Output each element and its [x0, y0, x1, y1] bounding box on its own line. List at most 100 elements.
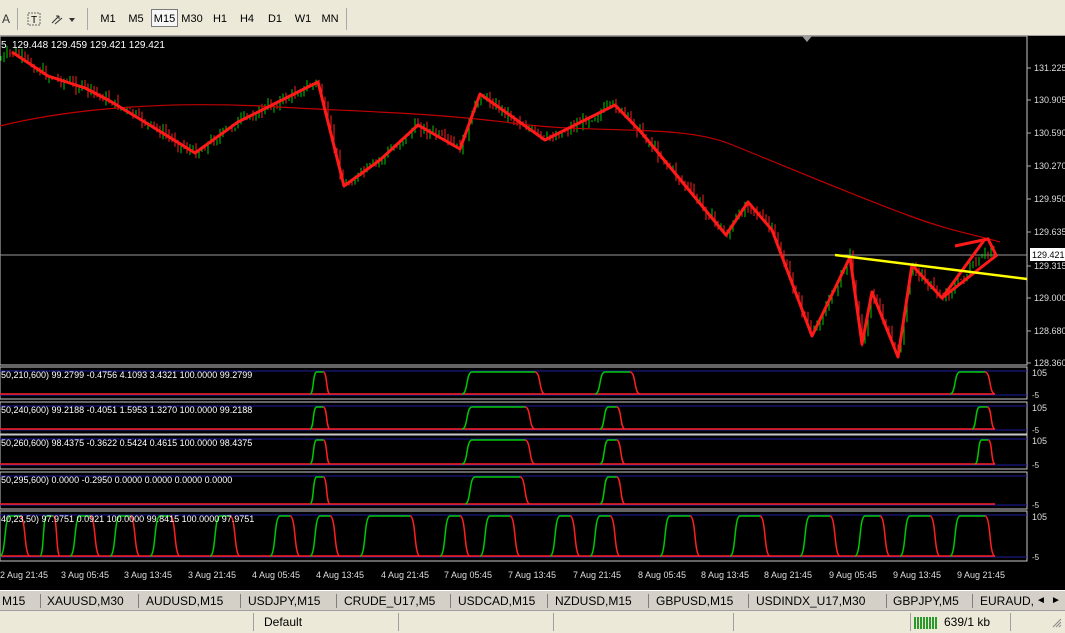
indicator-up-curve — [309, 371, 324, 395]
timeframe-m15-button[interactable]: M15 — [151, 9, 178, 27]
status-divider — [553, 613, 554, 631]
time-label: 9 Aug 13:45 — [893, 570, 941, 580]
symbol-tabs: M15 XAUUSD,M30 AUDUSD,M15 USDJPY,M15 CRU… — [0, 590, 1065, 610]
text-label-icon[interactable]: T — [26, 10, 42, 28]
indicator-scale-top: 105 — [1032, 368, 1047, 378]
timeframe-mn-button[interactable]: MN — [318, 10, 342, 28]
price-axis: 131.225 130.905 130.590 130.270 129.950 … — [1027, 63, 1065, 368]
indicator-up-curve — [899, 515, 930, 557]
indicator-up-curve — [599, 406, 617, 430]
indicator-down-curve — [879, 515, 891, 557]
tabs-scroll-left-icon[interactable]: ◄ — [1036, 593, 1046, 609]
price-chart[interactable]: 5 129.448 129.459 129.421 129.421 131.22… — [0, 35, 1065, 590]
tab-chart[interactable]: GBPJPY,M5 — [893, 593, 959, 609]
indicator-label: 50,210,600) 99.2799 -0.4756 4.1093 3.432… — [1, 370, 252, 380]
status-divider — [1010, 613, 1011, 631]
status-divider — [398, 613, 399, 631]
tab-separator — [336, 594, 337, 608]
indicator-panes: 50,210,600) 99.2799 -0.4756 4.1093 3.432… — [0, 366, 1047, 562]
tabs-scroll-right-icon[interactable]: ► — [1051, 593, 1061, 609]
chart-window[interactable]: 5 129.448 129.459 129.421 129.421 131.22… — [0, 35, 1065, 590]
indicator-up-curve — [461, 371, 535, 395]
indicator-up-curve — [949, 515, 985, 557]
indicator-down-curve — [322, 371, 331, 395]
indicator-down-curve — [534, 371, 546, 395]
time-label: 8 Aug 05:45 — [638, 570, 686, 580]
traffic-counter: 639/1 kb — [944, 615, 991, 629]
indicator-down-curve — [409, 515, 421, 557]
indicator-down-curve — [829, 515, 841, 557]
indicator-up-curve — [659, 515, 690, 557]
tab-separator — [450, 594, 451, 608]
scroll-marker-icon[interactable] — [802, 36, 812, 42]
ohlc-values: 129.448 129.459 129.421 129.421 — [12, 40, 165, 51]
indicator-up-curve — [974, 439, 989, 465]
trend-line[interactable] — [834, 253, 1028, 281]
indicator-down-curve — [616, 476, 626, 505]
indicator-down-curve — [609, 515, 621, 557]
timeframe-m30-button[interactable]: M30 — [179, 10, 205, 28]
indicator-up-curve — [799, 515, 830, 557]
indicator-down-curve — [759, 515, 771, 557]
indicator-up-curve — [594, 371, 630, 395]
price-label: 128.680 — [1034, 326, 1065, 336]
arrows-dropdown-icon[interactable] — [50, 10, 78, 28]
time-label: 2 Aug 21:45 — [0, 570, 48, 580]
tab-chart[interactable]: USDJPY,M15 — [248, 593, 320, 609]
tab-chart[interactable]: USDINDX_U17,M30 — [756, 593, 865, 609]
indicator-up-curve — [439, 515, 460, 557]
tab-chart[interactable]: XAUUSD,M30 — [47, 593, 124, 609]
tab-chart[interactable]: USDCAD,M15 — [458, 593, 535, 609]
resize-grip-icon[interactable] — [1052, 616, 1062, 632]
status-divider — [910, 613, 911, 631]
price-label: 131.225 — [1034, 63, 1065, 73]
indicator-up-curve — [479, 515, 510, 557]
indicator-down-curve — [322, 476, 331, 505]
timeframe-m1-button[interactable]: M1 — [95, 10, 121, 28]
indicator-down-curve — [322, 439, 331, 465]
time-label: 7 Aug 05:45 — [444, 570, 492, 580]
indicator-scale-bottom: -5 — [1032, 501, 1040, 510]
time-label: 4 Aug 21:45 — [381, 570, 429, 580]
tab-chart[interactable]: NZDUSD,M15 — [555, 593, 632, 609]
indicator-scale-bottom: -5 — [1032, 553, 1040, 562]
indicator-down-curve — [987, 439, 996, 465]
toolbar-separator — [87, 8, 88, 30]
indicator-up-curve — [464, 476, 520, 505]
indicator-down-curve — [689, 515, 701, 557]
indicator-down-curve — [629, 371, 641, 395]
timeframe-d1-button[interactable]: D1 — [263, 10, 287, 28]
tab-chart[interactable]: GBPUSD,M15 — [656, 593, 733, 609]
timeframe-h4-button[interactable]: H4 — [235, 10, 259, 28]
price-label: 130.905 — [1034, 95, 1065, 105]
tab-separator — [648, 594, 649, 608]
tab-chart[interactable]: CRUDE_U17,M5 — [344, 593, 435, 609]
indicator-up-curve — [359, 515, 410, 557]
indicator-down-curve — [984, 515, 996, 557]
chart-toolbar: A T M1 M5 M15 M30 H1 H4 D1 W1 MN — [0, 0, 1065, 36]
indicator-scale-top: 105 — [1032, 403, 1047, 413]
indicator-up-curve — [309, 476, 324, 505]
current-price-value: 129.421 — [1032, 250, 1065, 260]
tab-separator — [886, 594, 887, 608]
tab-chart[interactable]: M15 — [2, 593, 25, 609]
indicator-scale-bottom: -5 — [1032, 426, 1040, 435]
indicator-down-curve — [289, 515, 301, 557]
toolbar-separator — [346, 8, 347, 30]
indicator-down-curve — [524, 406, 536, 430]
time-label: 3 Aug 05:45 — [61, 570, 109, 580]
tab-chart[interactable]: EURAUD, — [980, 593, 1034, 609]
timeframe-m5-button[interactable]: M5 — [123, 10, 149, 28]
timeframe-h1-button[interactable]: H1 — [208, 10, 232, 28]
indicator-up-curve — [309, 439, 324, 465]
text-tool-label[interactable]: A — [0, 10, 12, 28]
indicator-up-curve — [599, 476, 617, 505]
indicator-label: 40,23,50) 97.9751 0.0921 100.0000 99.841… — [1, 514, 254, 524]
tab-chart[interactable]: AUDUSD,M15 — [146, 593, 223, 609]
indicator-up-curve — [971, 406, 988, 430]
indicator-scale-top: 105 — [1032, 512, 1047, 522]
indicator-down-curve — [329, 515, 341, 557]
time-label: 7 Aug 21:45 — [573, 570, 621, 580]
timeframe-w1-button[interactable]: W1 — [291, 10, 315, 28]
time-label: 4 Aug 13:45 — [316, 570, 364, 580]
